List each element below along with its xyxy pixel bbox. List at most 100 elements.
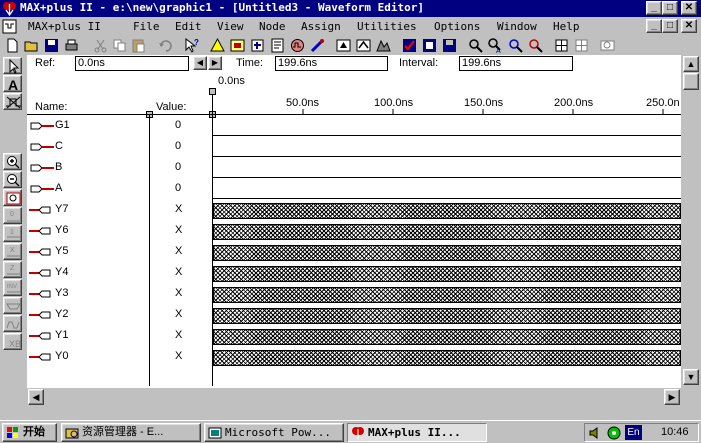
node-row[interactable]: Y2 X — [27, 305, 681, 325]
menu-view[interactable]: View — [217, 20, 259, 33]
help-pointer-icon[interactable]: ? — [183, 37, 200, 54]
horizontal-scrollbar[interactable]: ◀ ▶ — [27, 388, 681, 405]
node-row[interactable]: G1 0 — [27, 116, 681, 136]
text-editor-icon[interactable] — [269, 37, 286, 54]
zoom-out-icon[interactable] — [3, 171, 22, 188]
maximize-button[interactable]: □ — [662, 1, 678, 15]
floorplan-editor-icon[interactable] — [229, 37, 246, 54]
scroll-right-button[interactable]: ▶ — [664, 389, 680, 405]
save-disk-icon[interactable] — [43, 37, 60, 54]
paste-icon[interactable] — [130, 37, 147, 54]
node-row[interactable]: Y4 X — [27, 263, 681, 283]
menu-assign[interactable]: Assign — [301, 20, 357, 33]
waveform-unknown[interactable] — [213, 308, 681, 324]
network-icon[interactable] — [605, 426, 623, 440]
waveform-unknown[interactable] — [213, 329, 681, 345]
text-tool-icon[interactable]: A — [3, 75, 22, 93]
zoom-in-icon[interactable] — [3, 153, 22, 170]
ref-field[interactable]: 0.0ns — [75, 56, 189, 71]
undo-icon[interactable] — [157, 37, 174, 54]
start-button[interactable]: 开始 — [2, 423, 57, 442]
find-node-icon[interactable] — [467, 37, 484, 54]
save-check-icon[interactable] — [441, 37, 458, 54]
task-button-powerpoint[interactable]: Microsoft Pow... — [204, 423, 344, 442]
menu-options[interactable]: Options — [434, 20, 497, 33]
node-row[interactable]: Y3 X — [27, 284, 681, 304]
task-button-maxplus[interactable]: MAX+plus II... — [347, 423, 487, 442]
waveform-low[interactable] — [213, 135, 681, 136]
waveform-low[interactable] — [213, 177, 681, 178]
group-value-icon[interactable]: XB — [3, 333, 22, 350]
fit-window-icon[interactable] — [3, 189, 22, 206]
symbol-editor-icon[interactable] — [249, 37, 266, 54]
force-low-icon[interactable]: 0 — [3, 207, 22, 224]
ime-indicator[interactable]: En — [625, 425, 642, 440]
waveform-unknown[interactable] — [213, 203, 681, 219]
ref-prev-button[interactable]: ◀ — [193, 56, 207, 70]
document-system-menu-icon[interactable] — [2, 19, 17, 34]
close-button[interactable]: ✕ — [681, 1, 697, 15]
menu-window[interactable]: Window — [497, 20, 553, 33]
waveform-unknown[interactable] — [213, 224, 681, 240]
menu-file[interactable]: File — [133, 20, 175, 33]
waveform-unknown[interactable] — [213, 287, 681, 303]
compiler-icon[interactable] — [335, 37, 352, 54]
selection-tool-icon[interactable] — [3, 57, 22, 74]
find-next-icon[interactable] — [527, 37, 544, 54]
open-folder-icon[interactable] — [23, 37, 40, 54]
find-node-dest-icon[interactable] — [507, 37, 524, 54]
waveform-unknown[interactable] — [213, 350, 681, 366]
new-file-icon[interactable] — [4, 37, 21, 54]
scroll-up-button[interactable]: ▲ — [683, 56, 699, 72]
programmer-icon[interactable] — [309, 37, 326, 54]
speaker-icon[interactable] — [588, 426, 602, 440]
waveform-unknown[interactable] — [213, 266, 681, 282]
hierarchy-up-icon[interactable] — [209, 37, 226, 54]
force-highz-icon[interactable]: Z — [3, 261, 22, 278]
find-node-source-icon[interactable]: A — [487, 37, 504, 54]
node-row[interactable]: Y1 X — [27, 326, 681, 346]
doc-restore-button[interactable]: □ — [662, 19, 678, 33]
node-row[interactable]: A 0 — [27, 179, 681, 199]
waveform-low[interactable] — [213, 156, 681, 157]
scroll-left-button[interactable]: ◀ — [28, 389, 44, 405]
waveform-editor-icon[interactable] — [289, 37, 306, 54]
cut-icon[interactable] — [92, 37, 109, 54]
vertical-scrollbar[interactable]: ▲ ▼ — [681, 55, 701, 388]
task-button-explorer[interactable]: 资源管理器 - E... — [61, 423, 201, 442]
menu-maxplus[interactable]: MAX+plus II — [28, 20, 133, 33]
minimize-button[interactable]: _ — [646, 1, 662, 15]
grid-snap-icon[interactable] — [553, 37, 570, 54]
waveform-draw-tool-icon[interactable] — [3, 93, 22, 110]
menu-node[interactable]: Node — [259, 20, 301, 33]
ref-next-button[interactable]: ▶ — [208, 56, 222, 70]
doc-minimize-button[interactable]: _ — [646, 19, 662, 33]
maxplus-app-icon[interactable] — [2, 1, 17, 16]
node-row[interactable]: Y5 X — [27, 242, 681, 262]
waveform-unknown[interactable] — [213, 245, 681, 261]
menu-utilities[interactable]: Utilities — [357, 20, 434, 33]
copy-icon[interactable] — [111, 37, 128, 54]
node-row[interactable]: B 0 — [27, 158, 681, 178]
vertical-scroll-thumb[interactable] — [683, 73, 699, 90]
doc-close-button[interactable]: ✕ — [681, 19, 697, 33]
node-row[interactable]: Y6 X — [27, 221, 681, 241]
invert-icon[interactable]: INV — [3, 279, 22, 296]
node-row[interactable]: Y7 X — [27, 200, 681, 220]
count-value-icon[interactable] — [3, 297, 22, 314]
time-cursor-handle[interactable] — [209, 88, 216, 95]
force-high-icon[interactable]: 1 — [3, 225, 22, 242]
menu-edit[interactable]: Edit — [175, 20, 217, 33]
node-row[interactable]: Y0 X — [27, 347, 681, 367]
save-simulate-icon[interactable] — [421, 37, 438, 54]
timing-analyzer-icon[interactable] — [375, 37, 392, 54]
clock-value-icon[interactable] — [3, 315, 22, 332]
grid-size-icon[interactable] — [573, 37, 590, 54]
zoom-fit-icon[interactable] — [599, 37, 616, 54]
force-unknown-icon[interactable]: X — [3, 243, 22, 260]
scroll-down-button[interactable]: ▼ — [683, 369, 699, 385]
simulator-icon[interactable] — [355, 37, 372, 54]
waveform-low[interactable] — [213, 198, 681, 199]
print-icon[interactable] — [63, 37, 80, 54]
node-row[interactable]: C 0 — [27, 137, 681, 157]
